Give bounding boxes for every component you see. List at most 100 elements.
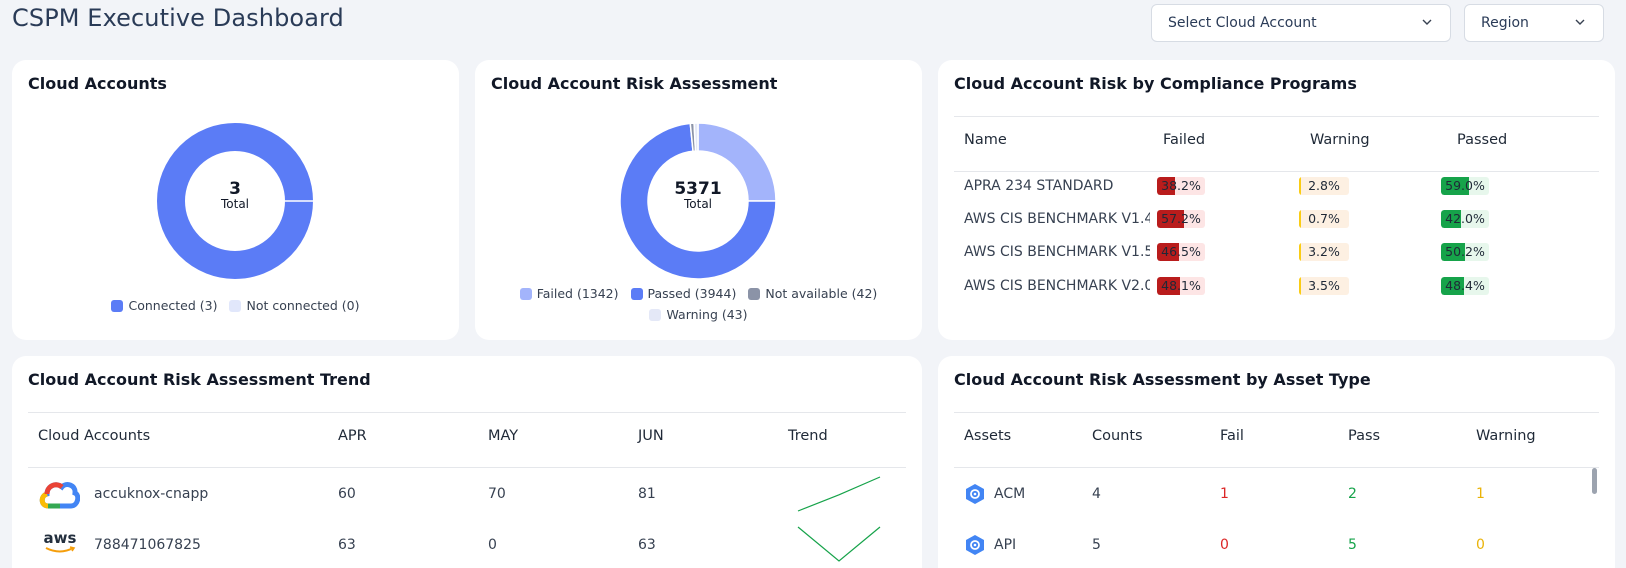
apr-value: 63 — [338, 537, 356, 553]
card-title: Cloud Accounts — [28, 74, 167, 93]
cloud-accounts-legend: Connected (3) Not connected (0) — [32, 298, 439, 313]
warning-percent-label: 0.7% — [1308, 211, 1340, 226]
legend-item[interactable]: Failed (1342) — [519, 286, 619, 301]
asset-count: 4 — [1092, 486, 1101, 502]
legend-item[interactable]: Not available (42) — [748, 286, 877, 301]
fail-count: 1 — [1220, 486, 1229, 502]
scrollbar-thumb[interactable] — [1592, 468, 1597, 494]
legend-item[interactable]: Warning (43) — [649, 307, 748, 322]
donut-total: 5371 — [674, 179, 722, 199]
column-header-name: Name — [964, 132, 1007, 148]
compliance-program-name[interactable]: AWS CIS BENCHMARK V1.4.0 — [964, 211, 1150, 227]
column-header-failed: Failed — [1163, 132, 1206, 148]
aws-smile-icon — [45, 546, 76, 553]
donut-total-label: Total — [683, 197, 713, 211]
donut-center: 5371 Total — [648, 180, 748, 211]
legend-swatch — [229, 299, 242, 312]
page-title: CSPM Executive Dashboard — [12, 4, 344, 32]
card-title: Cloud Account Risk Assessment by Asset T… — [954, 370, 1371, 389]
trend-line — [797, 526, 881, 562]
aws-logo-text: aws — [43, 529, 77, 547]
compliance-program-name[interactable]: APRA 234 STANDARD — [964, 178, 1150, 194]
donut-total-label: Total — [220, 197, 250, 211]
gcp-hexagon-icon — [966, 535, 984, 555]
card-title: Cloud Account Risk by Compliance Program… — [954, 74, 1357, 93]
legend-swatch — [649, 308, 662, 321]
passed-percent-bar: 42.0% — [1441, 210, 1489, 228]
warning-percent-bar: 3.5% — [1299, 277, 1349, 295]
column-header-may: MAY — [488, 428, 519, 444]
pass-count: 5 — [1348, 537, 1357, 553]
jun-value: 81 — [638, 486, 656, 502]
failed-percent-bar: 46.5% — [1157, 243, 1205, 261]
region-select-label: Region — [1481, 15, 1529, 31]
divider — [28, 412, 906, 413]
risk-trend-card: Cloud Account Risk Assessment Trend Clou… — [12, 356, 922, 568]
trend-sparkline — [797, 526, 881, 562]
card-title: Cloud Account Risk Assessment Trend — [28, 370, 371, 389]
aws-logo: aws — [42, 530, 78, 556]
passed-percent-bar: 59.0% — [1441, 177, 1489, 195]
gcp-hexagon-icon — [966, 484, 984, 504]
warning-percent-label: 2.8% — [1308, 178, 1340, 193]
legend-swatch — [748, 287, 761, 300]
may-value: 0 — [488, 537, 497, 553]
legend-item[interactable]: Passed (3944) — [630, 286, 736, 301]
donut-total: 3 — [229, 179, 241, 199]
divider — [954, 412, 1599, 413]
google-cloud-logo — [39, 482, 80, 509]
risk-assessment-legend: Failed (1342) Passed (3944) Not available … — [505, 286, 892, 322]
legend-label: Not available (42) — [765, 286, 878, 301]
cloud-account-select-label: Select Cloud Account — [1168, 15, 1317, 31]
asset-name: API — [994, 537, 1017, 553]
legend-item[interactable]: Not connected (0) — [229, 298, 360, 313]
fail-count: 0 — [1220, 537, 1229, 553]
compliance-program-name[interactable]: AWS CIS BENCHMARK V1.5.0 — [964, 244, 1150, 260]
compliance-programs-card: Cloud Account Risk by Compliance Program… — [938, 60, 1615, 340]
failed-percent-label: 38.2% — [1161, 178, 1201, 193]
region-select[interactable]: Region — [1464, 4, 1604, 42]
legend-swatch — [630, 287, 643, 300]
failed-percent-bar: 48.1% — [1157, 277, 1205, 295]
jun-value: 63 — [638, 537, 656, 553]
card-title: Cloud Account Risk Assessment — [491, 74, 778, 93]
account-name: accuknox-cnapp — [94, 486, 209, 502]
failed-percent-bar: 57.2% — [1157, 210, 1205, 228]
warning-percent-label: 3.2% — [1308, 244, 1340, 259]
column-header-fail: Fail — [1220, 428, 1244, 444]
legend-label: Not connected (0) — [246, 298, 360, 313]
account-name: 788471067825 — [94, 537, 201, 553]
legend-label: Connected (3) — [128, 298, 218, 313]
column-header-trend: Trend — [788, 428, 828, 444]
divider — [28, 467, 906, 468]
failed-percent-bar: 38.2% — [1157, 177, 1205, 195]
column-header-cloud-accounts: Cloud Accounts — [38, 428, 151, 444]
column-header-apr: APR — [338, 428, 367, 444]
legend-item[interactable]: Connected (3) — [111, 298, 217, 313]
warning-count: 0 — [1476, 537, 1485, 553]
passed-percent-label: 48.4% — [1445, 278, 1485, 293]
donut-slice-warning[interactable] — [693, 122, 699, 152]
column-header-counts: Counts — [1092, 428, 1143, 444]
passed-percent-label: 42.0% — [1445, 211, 1485, 226]
column-header-jun: JUN — [638, 428, 664, 444]
column-header-pass: Pass — [1348, 428, 1381, 444]
cloud-accounts-card: Cloud Accounts 3 Total Connected (3) Not … — [12, 60, 459, 340]
may-value: 70 — [488, 486, 506, 502]
column-header-passed: Passed — [1457, 132, 1508, 148]
passed-percent-label: 50.2% — [1445, 244, 1485, 259]
legend-label: Warning (43) — [666, 307, 748, 322]
compliance-program-name[interactable]: AWS CIS BENCHMARK V2.0.0 — [964, 278, 1150, 294]
legend-swatch — [519, 287, 532, 300]
failed-percent-label: 57.2% — [1161, 211, 1201, 226]
failed-percent-label: 46.5% — [1161, 244, 1201, 259]
chevron-down-icon — [1575, 19, 1585, 25]
warning-percent-bar: 0.7% — [1299, 210, 1349, 228]
warning-percent-bar: 3.2% — [1299, 243, 1349, 261]
divider — [954, 116, 1599, 117]
trend-sparkline — [797, 476, 881, 512]
passed-percent-bar: 50.2% — [1441, 243, 1489, 261]
asset-name: ACM — [994, 486, 1026, 502]
column-header-warning: Warning — [1476, 428, 1536, 444]
cloud-account-select[interactable]: Select Cloud Account — [1151, 4, 1451, 42]
